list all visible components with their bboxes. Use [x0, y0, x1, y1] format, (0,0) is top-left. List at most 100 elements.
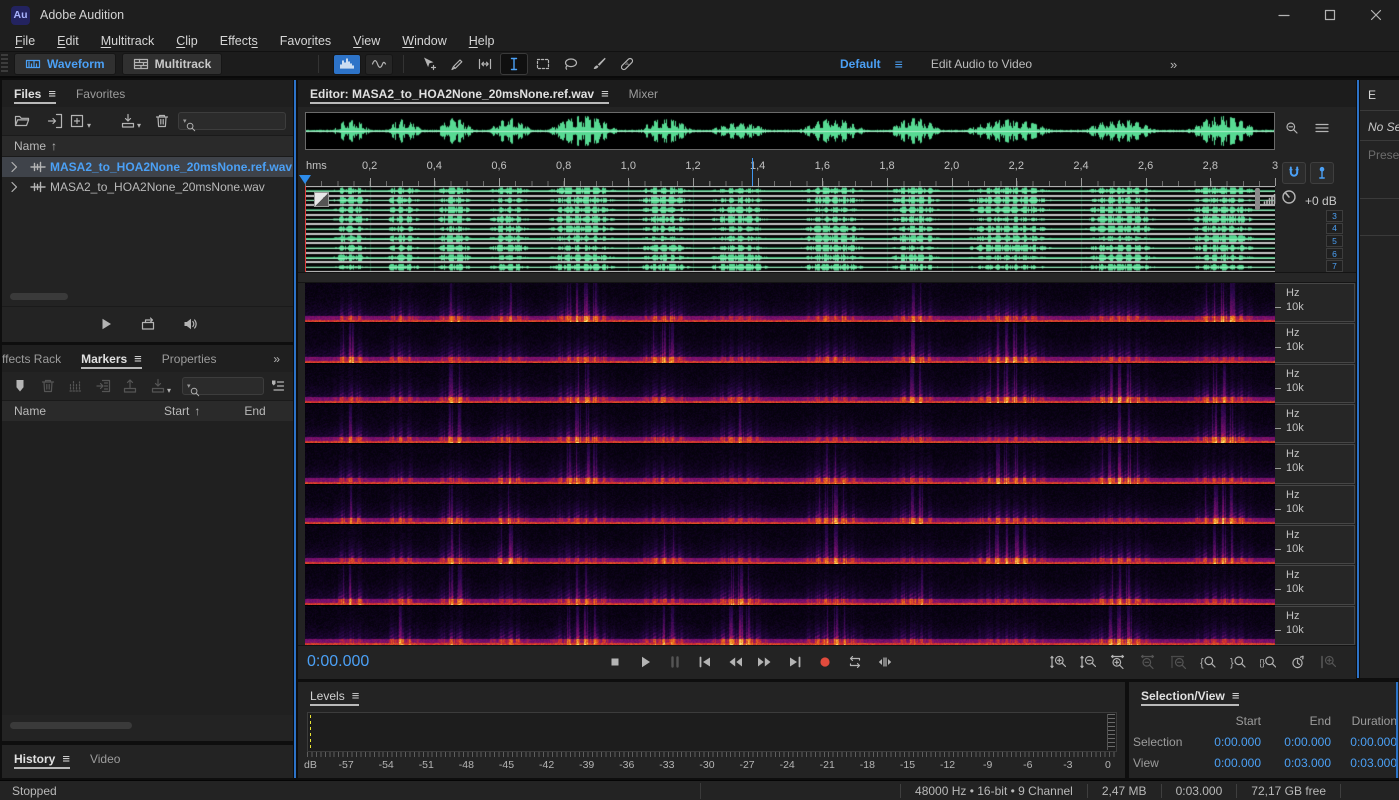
skip-to-start-button[interactable]: [693, 651, 717, 673]
workspace-task-label[interactable]: Edit Audio to Video: [931, 57, 1032, 71]
selection-view-menu-icon[interactable]: ≡: [1232, 688, 1240, 703]
spectrogram-channel-3[interactable]: [305, 364, 1275, 403]
loop-playback-button[interactable]: [843, 651, 867, 673]
show-spectrum-toggle[interactable]: [365, 54, 393, 75]
editor-display-options-icon[interactable]: [1314, 120, 1330, 136]
zoom-refresh-button[interactable]: [1286, 651, 1310, 673]
razor-tool[interactable]: [444, 54, 470, 74]
delete-file-icon[interactable]: [154, 113, 170, 129]
sel-value-start[interactable]: 0:00.000: [1193, 735, 1261, 749]
auto-play-button[interactable]: [182, 316, 198, 332]
menu-file[interactable]: File: [4, 30, 46, 51]
tab-video[interactable]: Video: [90, 745, 120, 772]
menu-multitrack[interactable]: Multitrack: [90, 30, 166, 51]
lasso-selection-tool[interactable]: [558, 54, 584, 74]
files-name-header[interactable]: Name ↑: [2, 136, 293, 157]
preview-play-button[interactable]: [98, 316, 114, 332]
levels-panel-menu-icon[interactable]: ≡: [352, 688, 360, 703]
waveform-view-button[interactable]: Waveform: [14, 53, 116, 75]
workspace-selector[interactable]: Default: [840, 57, 881, 71]
batch-caret-icon[interactable]: ▾: [167, 386, 171, 395]
marquee-selection-tool[interactable]: [530, 54, 556, 74]
markers-overflow[interactable]: »: [273, 352, 281, 366]
file-row[interactable]: MASA2_to_HOA2None_20msNone.ref.wav: [2, 157, 293, 177]
tab-mixer[interactable]: Mixer: [629, 80, 658, 107]
menu-favorites[interactable]: Favorites: [269, 30, 342, 51]
channel-select-3[interactable]: 3: [1326, 210, 1343, 222]
timeline-ruler[interactable]: hms 0,20,40,60,81,01,21,41,61,82,02,22,4…: [305, 158, 1281, 186]
spectrogram-channel-9[interactable]: [305, 606, 1275, 645]
batch-process-icon[interactable]: [150, 378, 166, 394]
spectrogram-channel-6[interactable]: [305, 485, 1275, 524]
add-marker-icon[interactable]: [12, 378, 28, 394]
channel-select-7[interactable]: 7: [1326, 260, 1343, 272]
sel-value-start[interactable]: 0:00.000: [1193, 756, 1261, 770]
export-markers-icon[interactable]: [122, 378, 138, 394]
zoom-out-time-button[interactable]: [1136, 651, 1160, 673]
zoom-out-point-button[interactable]: }: [1226, 651, 1250, 673]
rail-tab-label[interactable]: E: [1368, 88, 1376, 102]
show-waveform-toggle[interactable]: [333, 54, 361, 75]
waveform-display[interactable]: [305, 186, 1275, 272]
amplitude-scale-icon[interactable]: [1263, 191, 1279, 207]
zoom-in-time-button[interactable]: [1106, 651, 1130, 673]
markers-col-name[interactable]: Name: [14, 404, 46, 418]
history-panel-menu-icon[interactable]: ≡: [62, 751, 70, 766]
channel-select-5[interactable]: 5: [1326, 235, 1343, 247]
chevron-right[interactable]: [6, 179, 22, 195]
overview-waveform[interactable]: [305, 112, 1275, 150]
fade-in-handle[interactable]: [314, 192, 329, 207]
editor-panel-menu-icon[interactable]: ≡: [601, 86, 609, 101]
tab-history[interactable]: History ≡: [14, 745, 70, 772]
files-hscrollbar[interactable]: [10, 293, 285, 300]
zoom-in-amplitude-button[interactable]: [1046, 651, 1070, 673]
sel-value-duration[interactable]: 0:03.000: [1331, 756, 1397, 770]
tab-levels[interactable]: Levels ≡: [310, 682, 359, 709]
fast-forward-button[interactable]: [753, 651, 777, 673]
gain-knob[interactable]: [1281, 189, 1297, 205]
tab-files[interactable]: Files ≡: [14, 80, 56, 107]
play-button[interactable]: [633, 651, 657, 673]
spectrogram-channel-2[interactable]: [305, 323, 1275, 362]
menu-clip[interactable]: Clip: [165, 30, 209, 51]
markers-panel-menu-icon[interactable]: ≡: [134, 351, 142, 366]
maximize-button[interactable]: [1307, 0, 1353, 30]
zoom-out-amplitude-button[interactable]: [1076, 651, 1100, 673]
new-content-caret-icon[interactable]: ▾: [87, 121, 91, 130]
menu-help[interactable]: Help: [458, 30, 506, 51]
files-panel-menu-icon[interactable]: ≡: [48, 86, 56, 101]
markers-col-end[interactable]: End: [244, 404, 265, 418]
multitrack-view-button[interactable]: Multitrack: [122, 53, 223, 75]
tab-effects-rack[interactable]: ffects Rack: [2, 345, 61, 372]
sel-value-end[interactable]: 0:03.000: [1261, 756, 1331, 770]
delete-marker-icon[interactable]: [40, 378, 56, 394]
move-tool[interactable]: [416, 54, 442, 74]
zoom-out-full-icon[interactable]: [1284, 120, 1300, 136]
tab-properties[interactable]: Properties: [162, 345, 217, 372]
spectrogram-channel-1[interactable]: [305, 283, 1275, 322]
skip-to-end-button[interactable]: [783, 651, 807, 673]
channel-select-4[interactable]: 4: [1326, 223, 1343, 235]
current-time-indicator[interactable]: [752, 158, 753, 186]
import-file-icon[interactable]: [47, 113, 63, 129]
tab-favorites[interactable]: Favorites: [76, 80, 125, 107]
zoom-selection-button[interactable]: {}: [1256, 651, 1280, 673]
markers-hscrollbar[interactable]: [10, 722, 285, 729]
loop-preview-button[interactable]: [140, 316, 156, 332]
spectral-display[interactable]: [305, 283, 1275, 645]
save-all-caret-icon[interactable]: ▾: [137, 121, 141, 130]
sel-value-end[interactable]: 0:00.000: [1261, 735, 1331, 749]
new-content-icon[interactable]: [70, 113, 86, 129]
close-button[interactable]: [1353, 0, 1399, 30]
zoom-reset-button[interactable]: [1166, 651, 1190, 673]
marker-type-filter-icon[interactable]: [270, 378, 286, 394]
stop-button[interactable]: [603, 651, 627, 673]
menu-effects[interactable]: Effects: [209, 30, 269, 51]
paintbrush-selection-tool[interactable]: [586, 54, 612, 74]
wave-spectral-splitter[interactable]: [298, 272, 1356, 283]
tab-editor[interactable]: Editor: MASA2_to_HOA2None_20msNone.ref.w…: [310, 80, 609, 107]
spectrogram-channel-5[interactable]: [305, 444, 1275, 483]
waveform-vscrollbar[interactable]: [1255, 188, 1260, 210]
sel-value-duration[interactable]: 0:00.000: [1331, 735, 1397, 749]
merge-markers-icon[interactable]: [68, 378, 84, 394]
